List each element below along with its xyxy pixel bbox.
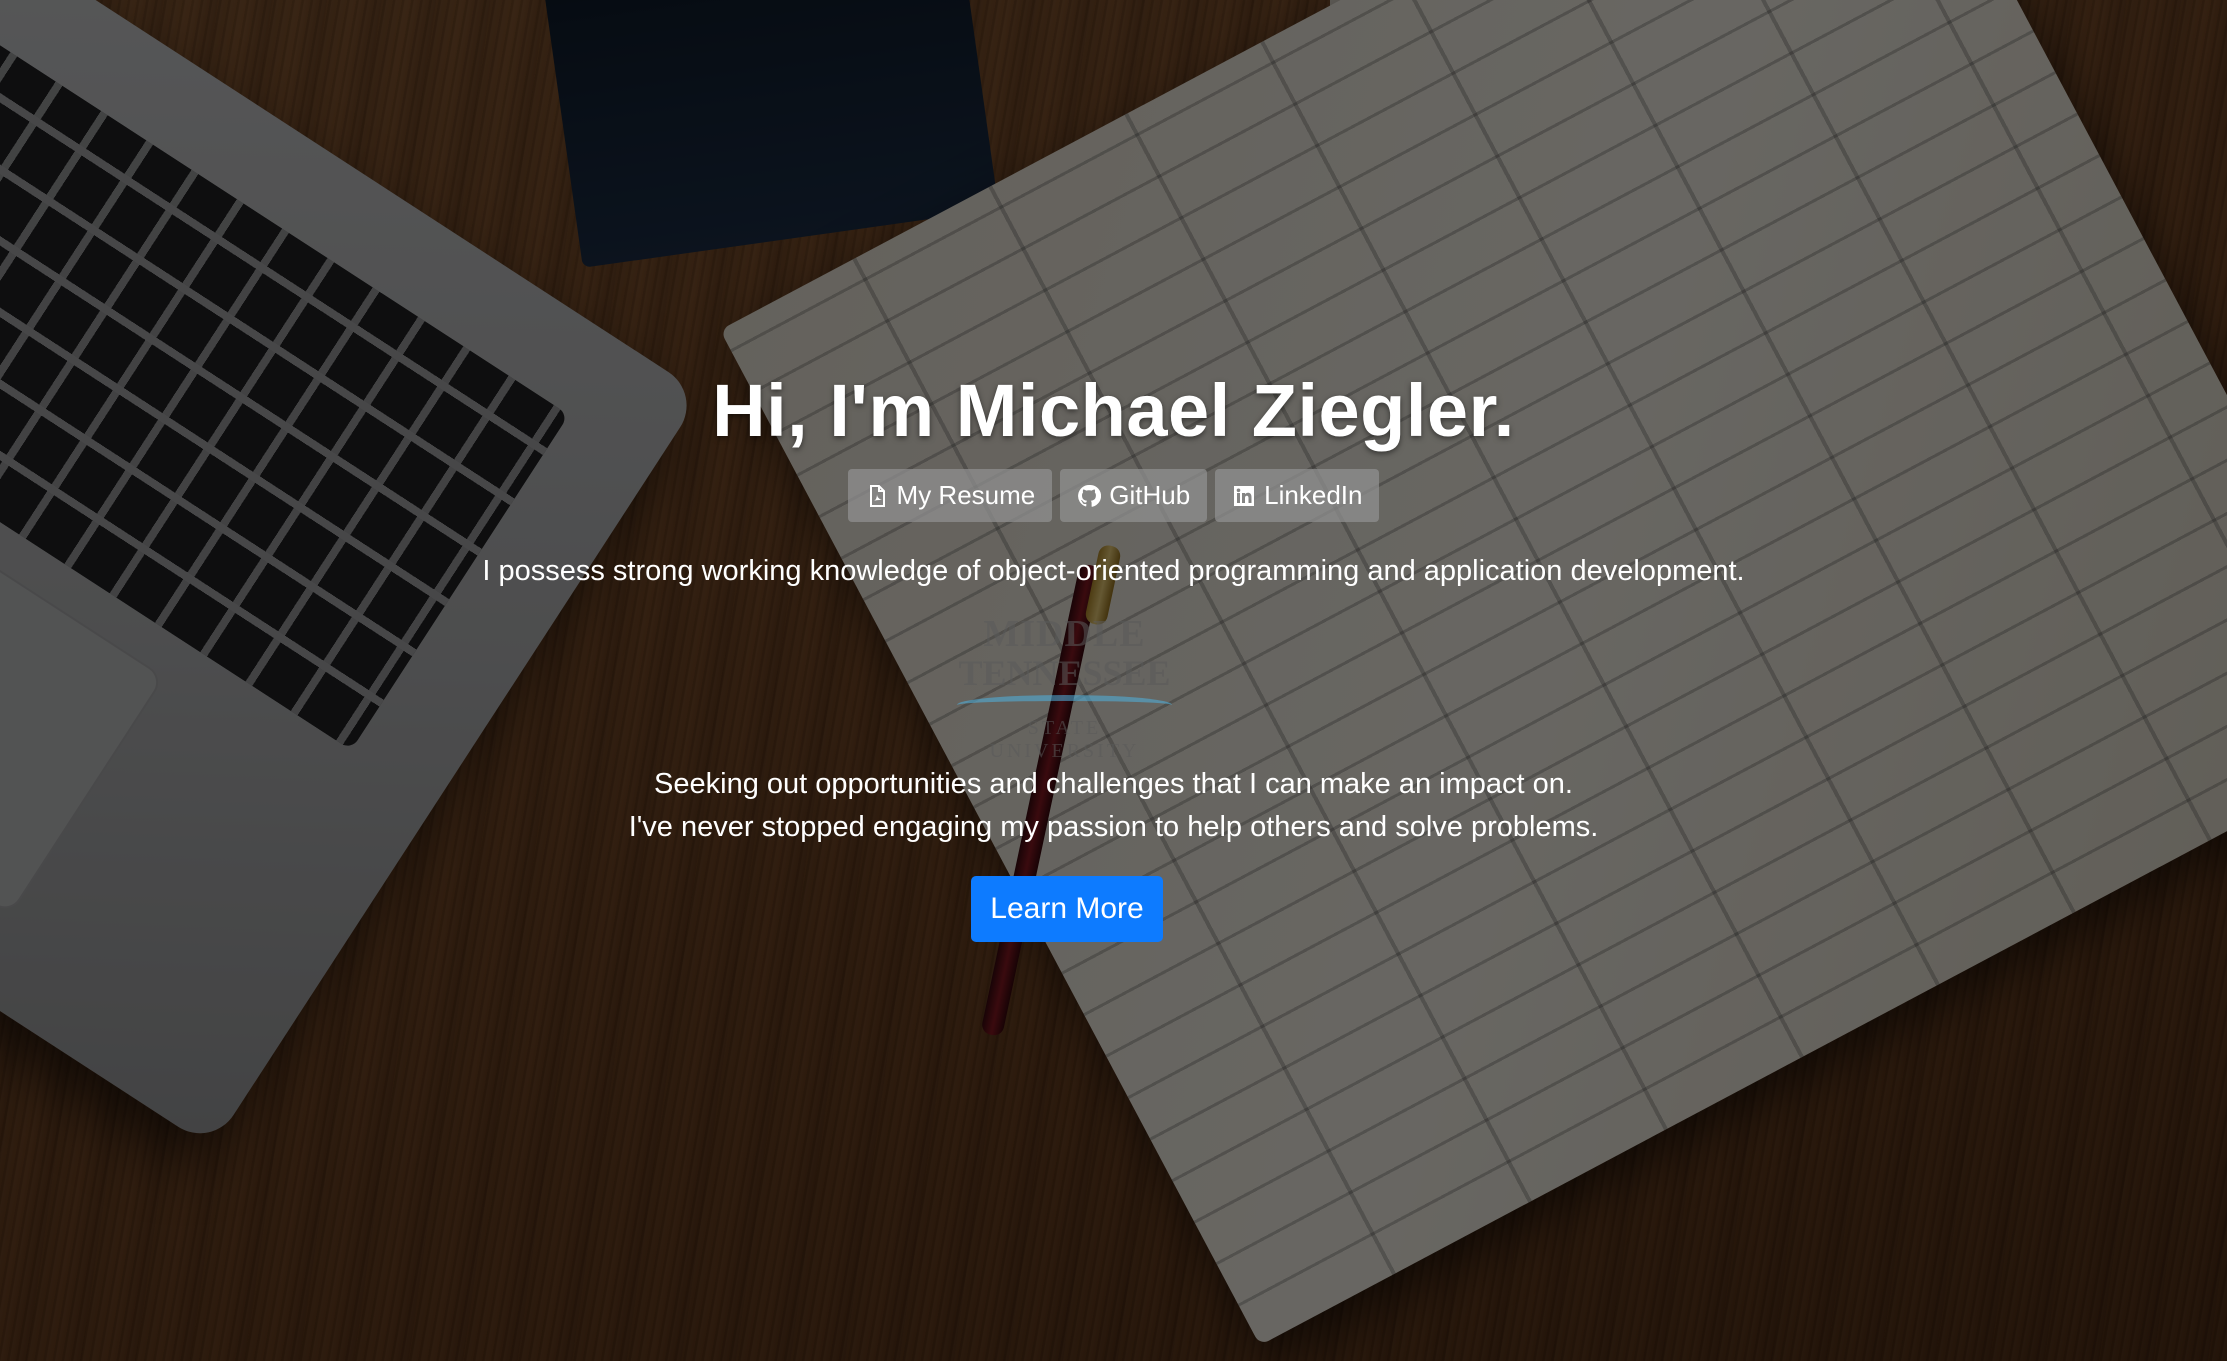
logo-line-1: MIDDLE [983,613,1146,655]
linkedin-button[interactable]: LinkedIn [1215,469,1380,522]
mission-statement: Seeking out opportunities and challenges… [0,763,2227,849]
tagline: I possess strong working knowledge of ob… [482,555,1745,587]
pdf-file-icon [869,484,885,507]
logo-line-3: STATE UNIVERSITY [989,717,1140,762]
logo-line-2: TENNESSEE [958,653,1171,693]
linkedin-button-label: LinkedIn [1264,480,1363,510]
profile-links: My Resume GitHub LinkedIn [0,469,2227,522]
github-button-label: GitHub [1109,480,1191,510]
page-title: Hi, I'm Michael Ziegler. [712,369,1515,452]
linkedin-icon [1234,485,1255,506]
learn-more-button[interactable]: Learn More [971,876,1163,942]
mission-line-2: I've never stopped engaging my passion t… [628,811,1599,843]
university-logo: MIDDLE TENNESSEE STATE UNIVERSITY [952,613,1177,762]
logo-swoosh [957,695,1172,715]
hero-section: Hi, I'm Michael Ziegler. My Resume GitHu… [0,0,2227,1361]
github-icon [1078,484,1102,507]
resume-button-label: My Resume [896,480,1036,510]
resume-button[interactable]: My Resume [847,469,1053,522]
mission-line-1: Seeking out opportunities and challenges… [654,768,1573,800]
github-button[interactable]: GitHub [1060,469,1208,522]
